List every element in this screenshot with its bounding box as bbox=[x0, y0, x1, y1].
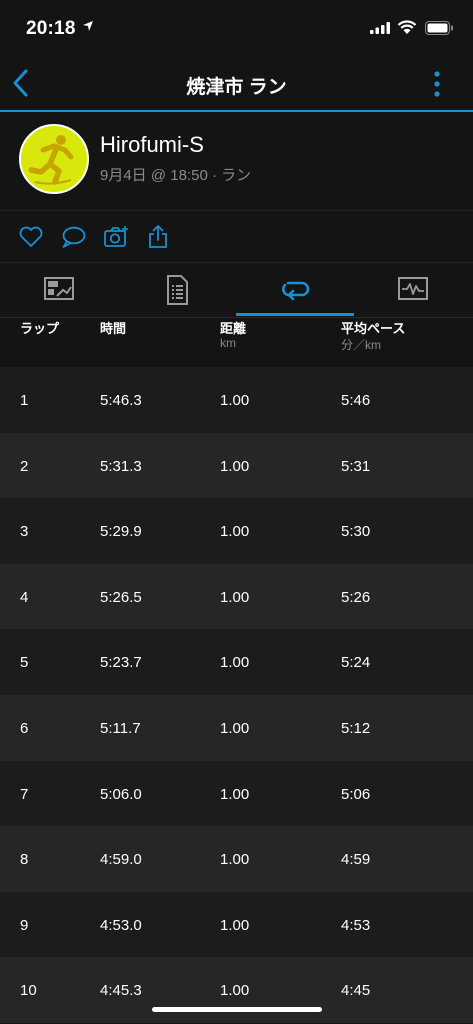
column-unit-pace: 分／km bbox=[341, 338, 381, 352]
lap-time: 5:29.9 bbox=[100, 523, 142, 541]
column-unit-distance: km bbox=[220, 336, 236, 350]
column-header-distance: 距離 bbox=[220, 321, 247, 336]
activity-meta: 9月4日 @ 18:50 · ラン bbox=[100, 167, 252, 184]
lap-distance: 1.00 bbox=[220, 719, 250, 737]
table-row[interactable]: 9 4:53.0 1.00 4:53 bbox=[0, 891, 473, 958]
table-row[interactable]: 10 4:45.3 1.00 4:45 bbox=[0, 957, 473, 1023]
lap-pace: 5:24 bbox=[341, 654, 371, 672]
table-row[interactable]: 5 5:23.7 1.00 5:24 bbox=[0, 629, 473, 695]
tab-charts[interactable] bbox=[354, 263, 472, 317]
table-row[interactable]: 2 5:31.3 1.00 5:31 bbox=[0, 432, 473, 499]
wifi-icon bbox=[397, 20, 417, 34]
comment-icon[interactable] bbox=[60, 224, 86, 250]
tab-laps[interactable] bbox=[236, 263, 354, 317]
table-row[interactable]: 7 5:06.0 1.00 5:06 bbox=[0, 760, 473, 827]
tab-details[interactable] bbox=[118, 263, 236, 317]
lap-number: 8 bbox=[20, 851, 29, 869]
lap-time: 5:23.7 bbox=[100, 654, 142, 672]
camera-icon[interactable] bbox=[103, 224, 129, 250]
activity-tabs bbox=[0, 263, 473, 318]
lap-pace: 5:46 bbox=[341, 392, 371, 409]
lap-pace: 5:26 bbox=[341, 588, 371, 606]
lap-number: 10 bbox=[20, 982, 37, 1000]
active-tab-indicator bbox=[236, 313, 354, 316]
more-options-icon[interactable] bbox=[431, 70, 443, 98]
column-header-time: 時間 bbox=[100, 321, 127, 336]
lap-number: 6 bbox=[20, 719, 29, 737]
table-row[interactable]: 6 5:11.7 1.00 5:12 bbox=[0, 694, 473, 761]
map-chart-icon bbox=[44, 277, 74, 300]
column-header-pace: 平均ペース bbox=[341, 321, 406, 336]
lap-time: 5:11.7 bbox=[100, 719, 141, 737]
lap-number: 9 bbox=[20, 916, 29, 934]
graph-icon bbox=[398, 277, 428, 300]
lap-time: 5:26.5 bbox=[100, 588, 142, 606]
lap-time: 4:59.0 bbox=[100, 851, 142, 869]
lap-pace: 4:45 bbox=[341, 982, 371, 1000]
table-row[interactable]: 3 5:29.9 1.00 5:30 bbox=[0, 498, 473, 564]
laps-icon bbox=[282, 281, 310, 301]
lap-pace: 5:12 bbox=[341, 719, 371, 737]
lap-pace: 5:30 bbox=[341, 523, 371, 541]
status-bar: 20:18 bbox=[0, 0, 473, 56]
lap-distance: 1.00 bbox=[220, 392, 250, 409]
lap-distance: 1.00 bbox=[220, 654, 250, 672]
running-person-icon bbox=[28, 135, 74, 185]
lap-time: 4:53.0 bbox=[100, 916, 142, 934]
lap-pace: 4:59 bbox=[341, 851, 371, 869]
lap-number: 1 bbox=[20, 392, 29, 409]
lap-number: 7 bbox=[20, 785, 29, 803]
lap-number: 5 bbox=[20, 654, 29, 672]
column-header-lap: ラップ bbox=[20, 321, 60, 336]
nav-bar: 焼津市 ラン bbox=[0, 56, 473, 112]
lap-distance: 1.00 bbox=[220, 982, 250, 1000]
laps-table-header: ラップ 時間 距離 km 平均ペース 分／km bbox=[0, 318, 473, 366]
lap-pace: 5:31 bbox=[341, 457, 371, 475]
document-icon bbox=[167, 275, 188, 305]
lap-number: 2 bbox=[20, 457, 29, 475]
lap-time: 5:46.3 bbox=[100, 392, 142, 409]
table-row[interactable]: 1 5:46.3 1.00 5:46 bbox=[0, 367, 473, 433]
home-indicator[interactable] bbox=[152, 1007, 322, 1012]
lap-time: 5:06.0 bbox=[100, 785, 142, 803]
avatar[interactable] bbox=[19, 124, 89, 194]
action-bar bbox=[0, 211, 473, 263]
status-time: 20:18 bbox=[26, 18, 76, 39]
activity-header: Hirofumi-S 9月4日 @ 18:50 · ラン bbox=[0, 112, 473, 211]
share-icon[interactable] bbox=[145, 224, 171, 250]
lap-distance: 1.00 bbox=[220, 523, 250, 541]
laps-table: 1 5:46.3 1.00 5:46 2 5:31.3 1.00 5:31 3 … bbox=[0, 367, 473, 1023]
lap-distance: 1.00 bbox=[220, 916, 250, 934]
lap-distance: 1.00 bbox=[220, 851, 250, 869]
tab-summary[interactable] bbox=[0, 263, 118, 317]
cellular-signal-icon bbox=[370, 22, 390, 34]
lap-pace: 5:06 bbox=[341, 785, 371, 803]
heart-icon[interactable] bbox=[18, 224, 44, 250]
table-row[interactable]: 8 4:59.0 1.00 4:59 bbox=[0, 826, 473, 892]
table-row[interactable]: 4 5:26.5 1.00 5:26 bbox=[0, 563, 473, 630]
lap-time: 5:31.3 bbox=[100, 457, 142, 475]
lap-number: 4 bbox=[20, 588, 29, 606]
user-name[interactable]: Hirofumi-S bbox=[100, 132, 204, 158]
lap-number: 3 bbox=[20, 523, 29, 541]
location-arrow-icon bbox=[83, 21, 93, 31]
lap-pace: 4:53 bbox=[341, 916, 371, 934]
lap-time: 4:45.3 bbox=[100, 982, 142, 1000]
battery-icon bbox=[425, 21, 453, 35]
lap-distance: 1.00 bbox=[220, 588, 250, 606]
page-title: 焼津市 ラン bbox=[186, 77, 287, 98]
lap-distance: 1.00 bbox=[220, 785, 250, 803]
lap-distance: 1.00 bbox=[220, 457, 250, 475]
